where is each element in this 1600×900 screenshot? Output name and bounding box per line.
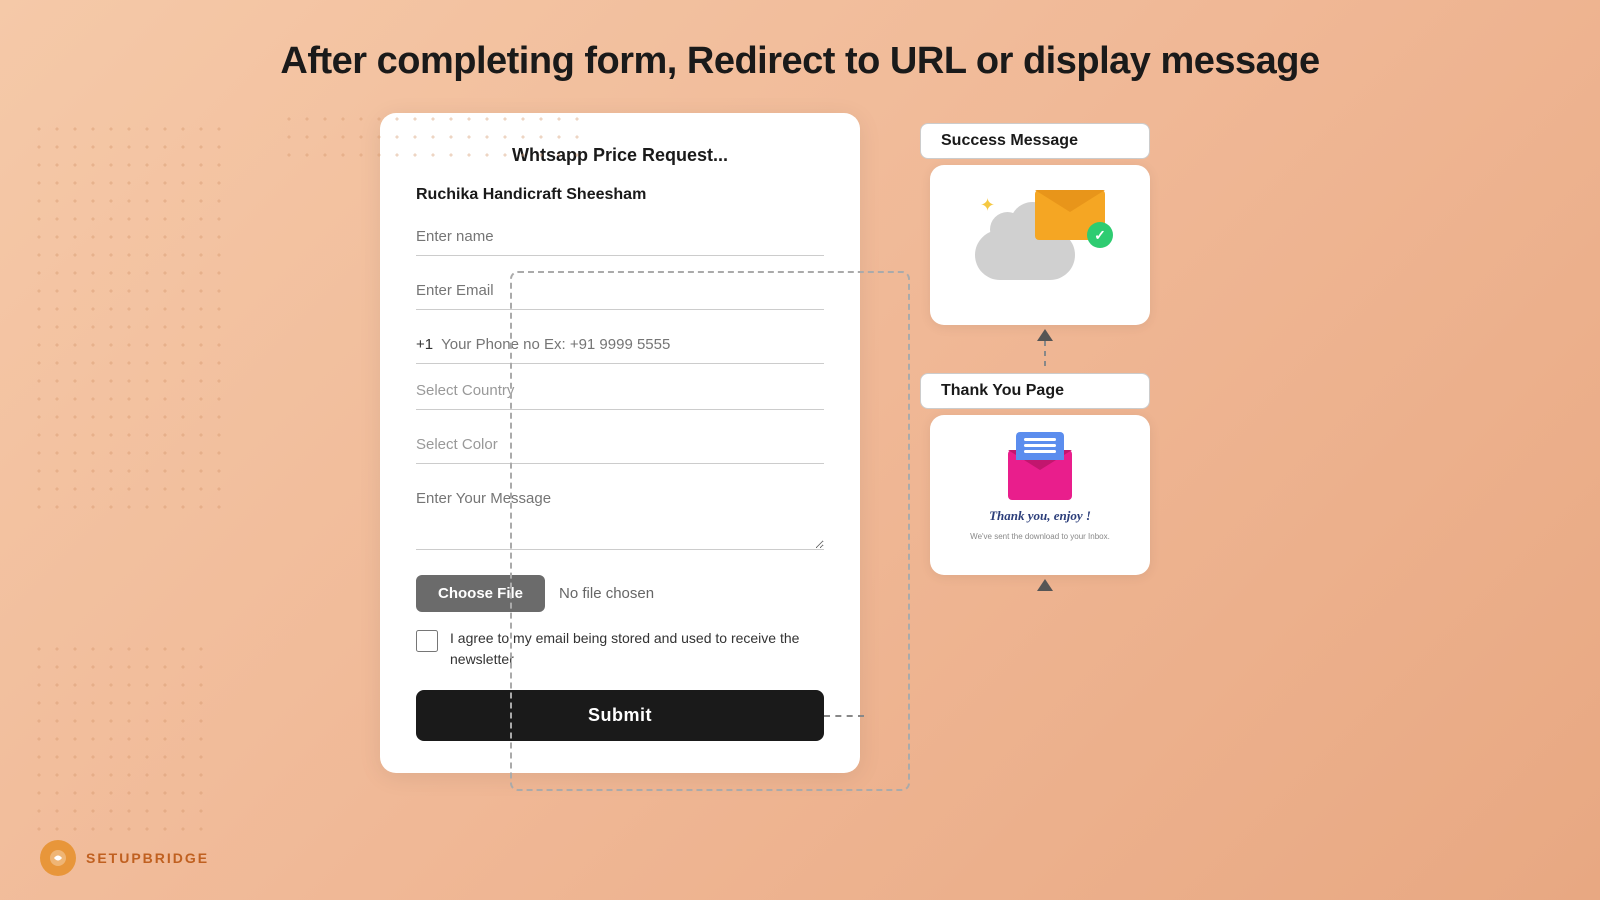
choose-file-button[interactable]: Choose File: [416, 575, 545, 612]
thankyou-text: Thank you, enjoy !: [989, 508, 1091, 524]
right-flow-section: Success Message ✦ ✓: [920, 123, 1220, 591]
email-field-wrapper: [416, 272, 824, 318]
success-flow-block: Success Message ✦ ✓: [920, 123, 1150, 325]
thankyou-card: Thank you, enjoy ! We've sent the downlo…: [930, 415, 1150, 575]
envelope-body: ✓: [1035, 190, 1105, 240]
logo-text: SETUPBRIDGE: [86, 850, 209, 866]
file-upload-row: Choose File No file chosen: [416, 575, 824, 612]
logo-area: SETUPBRIDGE: [40, 840, 209, 876]
checkbox-label: I agree to my email being stored and use…: [450, 628, 824, 670]
arrow-up-icon: [1037, 329, 1053, 341]
check-icon: ✓: [1087, 222, 1113, 248]
submit-row: Submit: [416, 690, 824, 741]
country-select[interactable]: Select Country: [416, 372, 824, 410]
dots-decoration-left: [30, 120, 230, 520]
message-textarea[interactable]: [416, 480, 824, 550]
envelope-flap: [1035, 190, 1105, 212]
color-select[interactable]: Select Color: [416, 426, 824, 464]
arrow-connector-bottom: [930, 579, 1160, 591]
name-field-wrapper: [416, 218, 824, 264]
logo-svg: [48, 848, 68, 868]
main-content: Whtsapp Price Request... Ruchika Handicr…: [0, 113, 1600, 773]
arrow-up-icon-2: [1037, 579, 1053, 591]
phone-prefix: +1: [416, 326, 441, 363]
product-name: Ruchika Handicraft Sheesham: [416, 186, 824, 204]
dots-decoration-top-center: [280, 110, 580, 170]
thankyou-sub: We've sent the download to your Inbox.: [970, 532, 1110, 541]
envelope-icon: ✓: [1035, 190, 1105, 240]
sparkle-icon: ✦: [980, 195, 995, 216]
submit-button[interactable]: Submit: [416, 690, 824, 741]
dashed-line-vertical-top: [1044, 341, 1046, 369]
form-card: Whtsapp Price Request... Ruchika Handicr…: [380, 113, 860, 773]
ty-line-3: [1024, 450, 1056, 453]
thankyou-flow-block: Thank You Page Than: [920, 373, 1150, 575]
arrow-connector-top: [930, 329, 1160, 369]
newsletter-checkbox[interactable]: [416, 630, 438, 652]
success-label: Success Message: [920, 123, 1150, 159]
thankyou-label: Thank You Page: [920, 373, 1150, 409]
email-input[interactable]: [416, 272, 824, 310]
dots-decoration-bottom-left: [30, 640, 210, 840]
page-title: After completing form, Redirect to URL o…: [0, 0, 1600, 103]
success-card: ✦ ✓: [930, 165, 1150, 325]
checkbox-row: I agree to my email being stored and use…: [416, 628, 824, 670]
success-illustration: ✦ ✓: [975, 190, 1105, 300]
message-field-wrapper: [416, 480, 824, 567]
thankyou-illustration: Thank you, enjoy ! We've sent the downlo…: [958, 438, 1122, 553]
ty-line-2: [1024, 444, 1056, 447]
thankyou-envelope-icon: [1008, 450, 1072, 500]
logo-icon: [40, 840, 76, 876]
name-input[interactable]: [416, 218, 824, 256]
color-field-wrapper: Select Color: [416, 426, 824, 472]
ty-envelope-body: [1008, 450, 1072, 500]
phone-wrapper: +1: [416, 326, 824, 364]
ty-letter: [1016, 432, 1064, 460]
country-field-wrapper: Select Country: [416, 372, 824, 418]
ty-line-1: [1024, 438, 1056, 441]
no-file-text: No file chosen: [559, 585, 654, 602]
phone-input[interactable]: [441, 326, 824, 363]
h-connector: [824, 715, 864, 717]
